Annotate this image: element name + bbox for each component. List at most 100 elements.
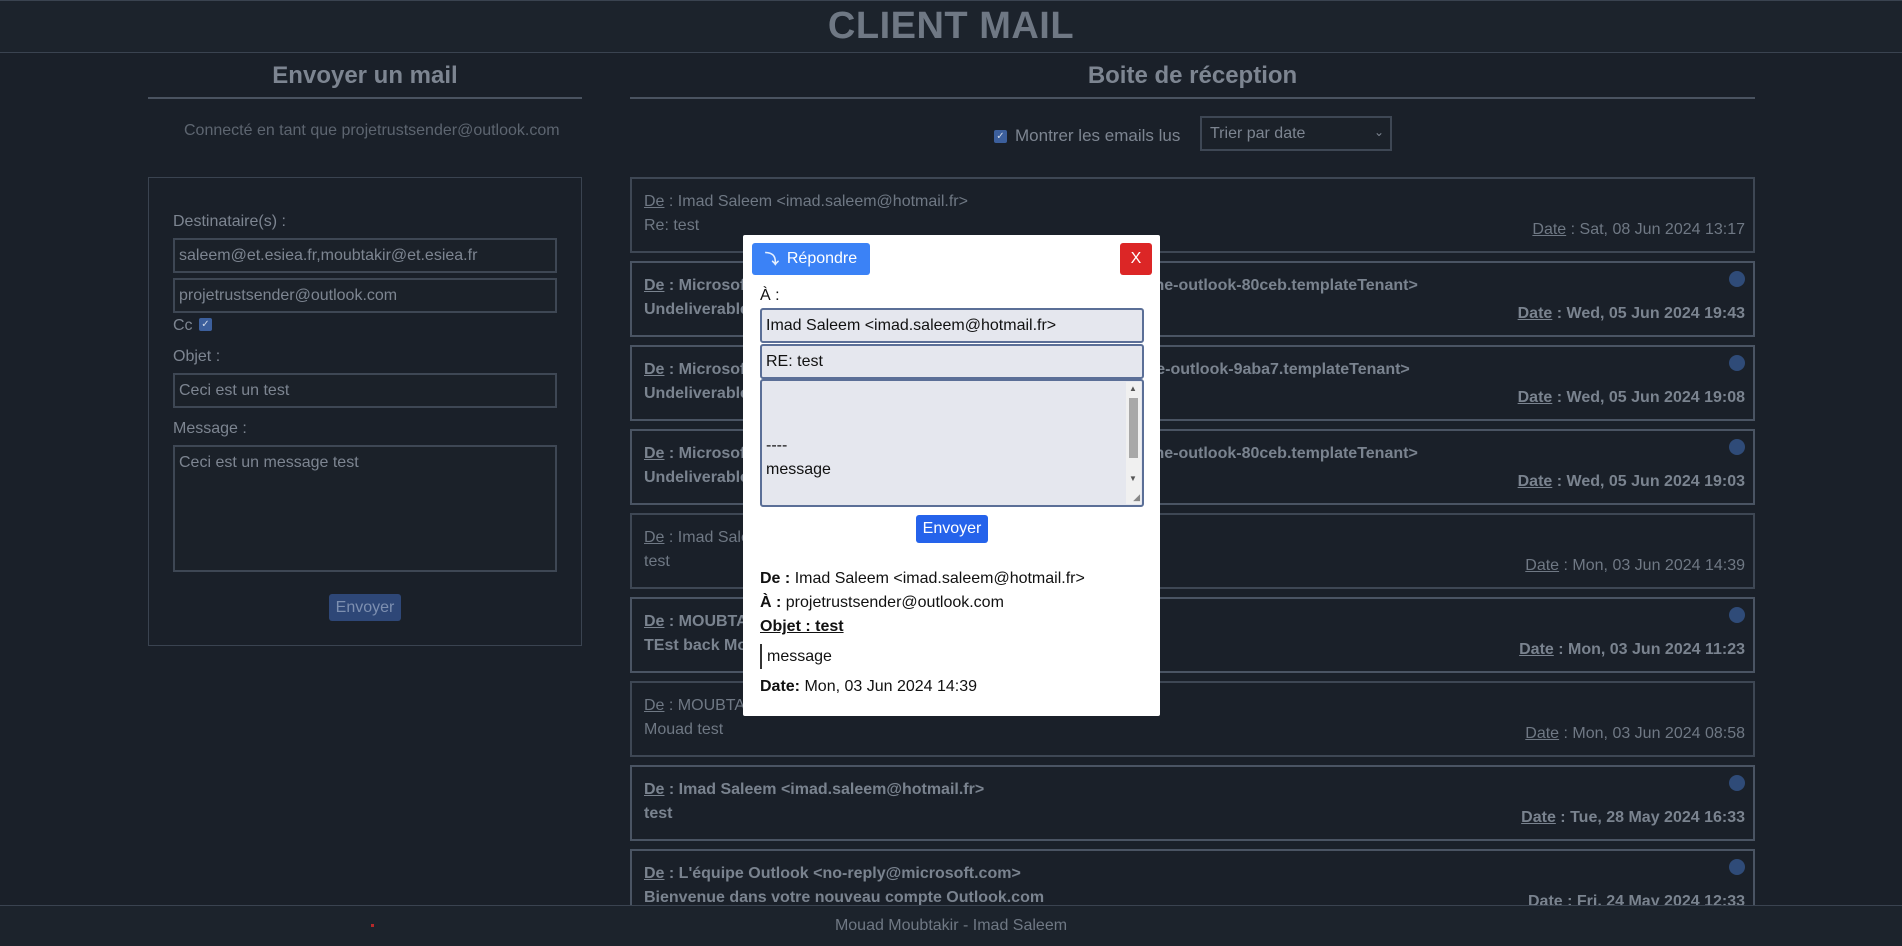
inbox-divider [630,97,1755,99]
email-date-info: Date: Mon, 03 Jun 2024 14:39 [760,678,977,696]
from-info-value: Imad Saleem <imad.saleem@hotmail.fr> [794,570,1085,587]
show-read-label: Montrer les emails lus [1015,126,1181,145]
unread-dot-icon [1729,355,1745,371]
from-info-label: De : [760,570,791,587]
show-read-checkbox[interactable]: ✓ [994,129,1007,143]
from-prefix: De [644,529,665,546]
email-date: Date : Wed, 05 Jun 2024 19:43 [1517,305,1745,322]
email-date-value: Wed, 05 Jun 2024 19:03 [1566,473,1745,490]
resize-grip-icon[interactable]: ◢ [1133,492,1140,503]
scroll-up-icon[interactable]: ▲ [1129,384,1137,393]
email-subject-info: Objet : test [760,618,844,636]
date-prefix: Date [1517,305,1553,322]
date-prefix: Date [1519,641,1554,658]
scroll-down-icon[interactable]: ▼ [1129,474,1137,483]
subject-label: Objet : [173,348,221,365]
reply-send-button[interactable]: Envoyer [916,515,988,543]
email-from-info: De : Imad Saleem <imad.saleem@hotmail.fr… [760,570,1085,588]
reply-body-textarea[interactable]: ---- message ▲ ▼ ◢ [760,379,1144,507]
from-prefix: De [644,613,665,630]
compose-title: Envoyer un mail [272,62,458,89]
red-marker [371,924,374,927]
unread-dot-icon [1729,607,1745,623]
email-date: Date : Tue, 28 May 2024 16:33 [1521,809,1745,826]
footer-credits: Mouad Moubtakir - Imad Saleem [834,917,1068,934]
email-date: Date : Mon, 03 Jun 2024 11:23 [1519,641,1745,658]
date-prefix: Date [1525,557,1560,574]
reply-body-quote: message [766,461,831,478]
reply-button[interactable]: ⤵ Répondre [752,243,870,275]
unread-dot-icon [1729,439,1745,455]
from-prefix: De [644,865,665,882]
app-title: CLIENT MAIL [827,5,1075,47]
date-info-label: Date: [760,678,801,695]
email-row[interactable]: De : Imad Saleem <imad.saleem@hotmail.fr… [630,765,1755,841]
date-prefix: Date [1521,809,1556,826]
email-modal: ⤵ Répondre X À : Imad Saleem <imad.salee… [743,235,1160,716]
email-subject: Undeliverable [644,469,749,486]
email-date-value: Mon, 03 Jun 2024 14:39 [1572,557,1745,574]
chevron-down-icon: ⌄ [1373,125,1384,139]
from-prefix: De [644,193,665,210]
subject-input[interactable]: Ceci est un test [173,373,557,408]
email-date-value: Wed, 05 Jun 2024 19:08 [1566,389,1745,406]
email-date-value: Sat, 08 Jun 2024 13:17 [1579,221,1745,238]
scroll-thumb[interactable] [1129,398,1138,458]
reply-to-label: À : [760,287,780,304]
email-date: Date : Sat, 08 Jun 2024 13:17 [1532,221,1745,238]
email-subject: Re: test [644,217,700,234]
subject-info: Objet : test [760,618,844,635]
cc-label: Cc [173,317,193,334]
sort-selected-value: Trier par date [1210,125,1306,142]
reply-body-separator: ---- [766,437,788,454]
email-date-value: Wed, 05 Jun 2024 19:43 [1566,305,1745,322]
message-label: Message : [173,420,247,437]
from-prefix: De [644,361,665,378]
email-date-value: Mon, 03 Jun 2024 08:58 [1572,725,1745,742]
unread-dot-icon [1729,775,1745,791]
to-input[interactable]: saleem@et.esiea.fr,moubtakir@et.esiea.fr [173,238,557,273]
cc-input[interactable]: projetrustsender@outlook.com [173,278,557,313]
email-subject: Mouad test [644,721,724,738]
show-read-filter: ✓ Montrer les emails lus [994,126,1180,146]
date-info-value: Mon, 03 Jun 2024 14:39 [804,678,978,695]
email-subject: Undeliverable [644,301,749,318]
email-date-value: Mon, 03 Jun 2024 11:23 [1568,641,1745,658]
email-body: message [760,644,832,669]
email-sender: Imad Saleem <imad.saleem@hotmail.fr> [677,193,968,210]
date-prefix: Date [1525,725,1560,742]
email-date: Date : Mon, 03 Jun 2024 14:39 [1525,557,1745,574]
email-date-value: Tue, 28 May 2024 16:33 [1570,809,1745,826]
to-label: Destinataire(s) : [173,213,286,230]
cc-checkbox[interactable]: ✓ [199,318,212,331]
from-prefix: De [644,445,665,462]
from-prefix: De [644,781,665,798]
email-date: Date : Mon, 03 Jun 2024 08:58 [1525,725,1745,742]
email-sender: Imad Saleem <imad.saleem@hotmail.fr> [678,781,985,798]
sort-select[interactable]: Trier par date ⌄ [1200,116,1392,151]
reply-subject-input[interactable]: RE: test [760,344,1144,379]
email-sender: L'équipe Outlook <no-reply@microsoft.com… [678,865,1021,882]
app-footer: Mouad Moubtakir - Imad Saleem [0,905,1902,946]
to-info-value: projetrustsender@outlook.com [785,594,1004,611]
message-textarea[interactable]: Ceci est un message test [173,445,557,572]
compose-divider [148,97,582,99]
email-from: De : L'équipe Outlook <no-reply@microsof… [644,865,1021,882]
compose-form: Destinataire(s) : saleem@et.esiea.fr,mou… [148,177,582,646]
inbox-title: Boite de réception [1087,62,1298,89]
email-date: Date : Wed, 05 Jun 2024 19:08 [1517,389,1745,406]
unread-dot-icon [1729,859,1745,875]
close-button[interactable]: X [1120,243,1152,275]
reply-icon: ⤵ [764,251,779,267]
from-prefix: De [644,697,665,714]
compose-send-button[interactable]: Envoyer [329,594,401,621]
email-from: De : Imad Saleem <imad.saleem@hotmail.fr… [644,193,968,210]
email-to-info: À : projetrustsender@outlook.com [760,594,1004,612]
reply-button-label: Répondre [786,250,858,267]
email-subject: Undeliverable [644,385,749,402]
textarea-scrollbar[interactable]: ▲ ▼ [1126,382,1141,504]
app-header: CLIENT MAIL [0,0,1902,53]
email-subject: test [644,553,670,570]
reply-to-input[interactable]: Imad Saleem <imad.saleem@hotmail.fr> [760,308,1144,343]
date-prefix: Date [1517,389,1553,406]
